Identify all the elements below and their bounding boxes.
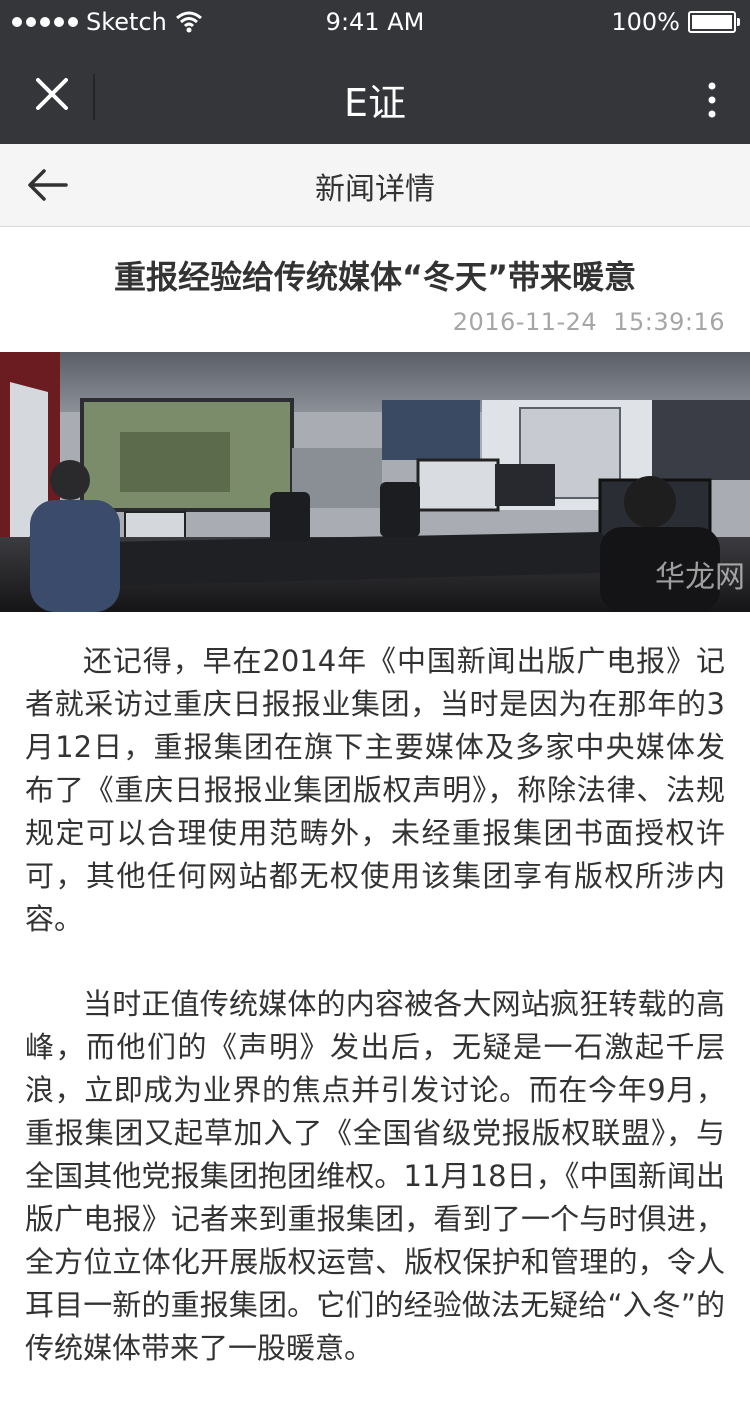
article-paragraph-2: 当时正值传统媒体的内容被各大网站疯狂转载的高峰，而他们的《声明》发出后，无疑是一…	[25, 987, 725, 1365]
article-timestamp: 2016-11-24 15:39:16	[437, 308, 725, 336]
nav-title: 新闻详情	[315, 172, 435, 207]
more-vertical-icon[interactable]	[706, 82, 718, 118]
status-right: 100%	[611, 8, 740, 36]
nav-bar: 新闻详情	[0, 144, 750, 227]
control-room-illustration: 华龙网	[0, 352, 750, 612]
article-date: 2016-11-24	[452, 308, 598, 336]
status-bar: Sketch 9:41 AM 100%	[0, 0, 750, 44]
article-title: 重报经验给传统媒体“冬天”带来暖意	[113, 258, 637, 296]
article-time: 15:39:16	[613, 308, 725, 336]
article-paragraph-1: 还记得，早在2014年《中国新闻出版广电报》记者就采访过重庆日报报业集团，当时是…	[25, 644, 725, 936]
header-title: E证	[343, 81, 406, 125]
wechat-header: E证	[0, 44, 750, 144]
article-body: 还记得，早在2014年《中国新闻出版广电报》记者就采访过重庆日报报业集团，当时是…	[25, 640, 725, 1412]
article-image: 华龙网	[0, 352, 750, 612]
image-watermark: 华龙网	[655, 560, 745, 595]
battery-percent: 100%	[611, 8, 680, 36]
battery-icon	[688, 11, 740, 33]
